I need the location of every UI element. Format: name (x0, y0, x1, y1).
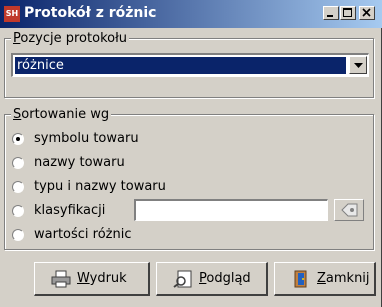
maximize-button[interactable] (340, 6, 356, 20)
dialog-window: SH Protokół z różnic Pozycje protokołu r… (0, 0, 382, 307)
preview-button-label: Podgląd (199, 271, 251, 286)
radio-button[interactable] (12, 205, 24, 217)
close-button[interactable] (359, 6, 375, 20)
positions-group: Pozycje protokołu różnice (4, 31, 374, 98)
window-title: Protokół z różnic (24, 5, 157, 21)
sort-group-legend: Sortowanie wg (11, 107, 112, 122)
dropdown-button[interactable] (349, 56, 367, 74)
classification-input[interactable] (136, 201, 327, 220)
print-button-label: Wydruk (77, 271, 127, 286)
preview-icon (173, 270, 192, 288)
preview-button[interactable]: Podgląd (156, 262, 268, 296)
exit-door-icon (294, 270, 307, 288)
minimize-icon (327, 15, 333, 17)
radio-button[interactable] (12, 229, 24, 241)
picker-icon (341, 203, 358, 217)
classification-field[interactable] (134, 199, 328, 221)
close-dialog-button[interactable]: Zamknij (274, 262, 376, 296)
positions-select-value: różnice (15, 57, 346, 74)
positions-group-legend: Pozycje protokołu (11, 31, 130, 46)
print-button[interactable]: Wydruk (34, 262, 150, 296)
radio-button[interactable] (12, 181, 24, 193)
printer-icon (51, 270, 71, 288)
chevron-down-icon (354, 63, 363, 68)
maximize-icon (343, 8, 352, 17)
close-icon (362, 8, 371, 17)
app-icon: SH (4, 6, 20, 22)
positions-select[interactable]: różnice (11, 53, 369, 77)
radio-button[interactable] (12, 133, 24, 145)
close-dialog-button-label: Zamknij (317, 271, 370, 286)
title-bar[interactable]: SH Protokół z różnic (0, 0, 382, 28)
classification-picker-button[interactable] (334, 199, 364, 221)
minimize-button[interactable] (323, 6, 339, 20)
radio-button[interactable] (12, 157, 24, 169)
